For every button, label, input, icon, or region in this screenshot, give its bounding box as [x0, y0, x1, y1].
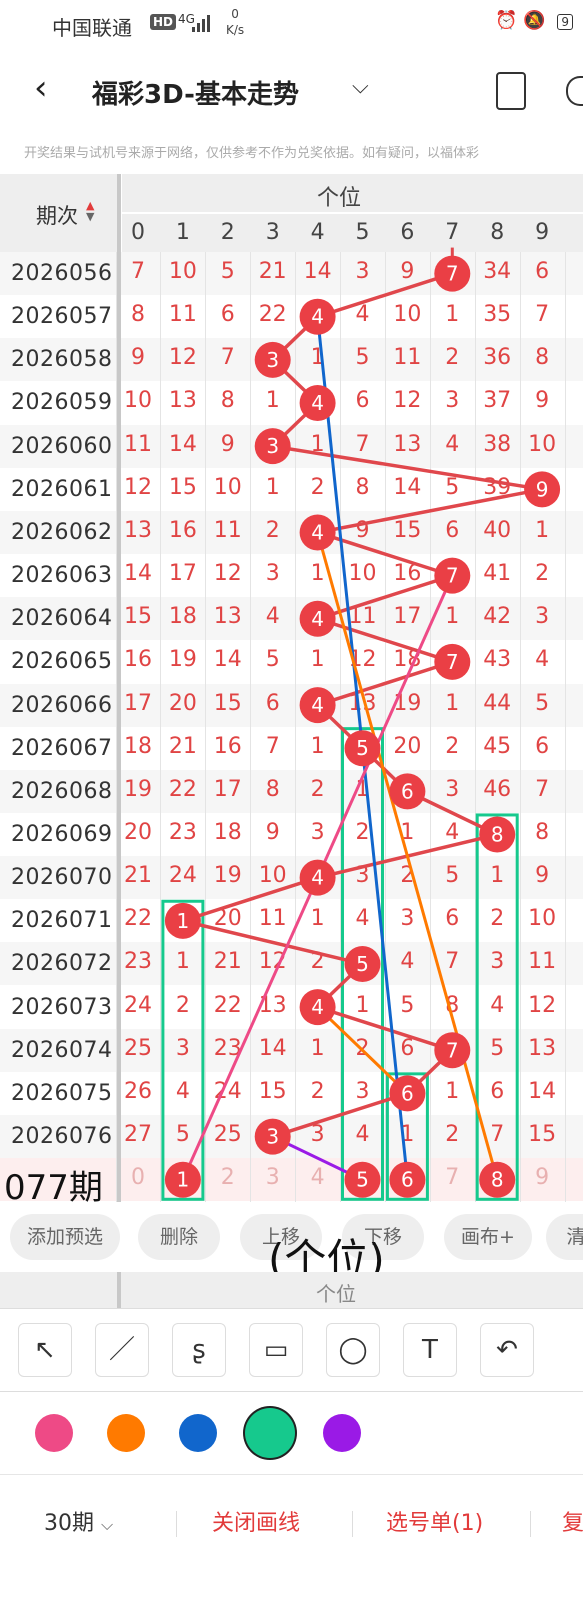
winning-ball-number: 1 — [177, 909, 190, 933]
trend-table: 期次 ▲ ▼ 个位 0123456789 2026056 7 10 5 21 14 3 9 34 6… — [0, 174, 583, 1208]
picked-ball-number: 1 — [177, 1168, 190, 1192]
winning-ball-number: 3 — [266, 434, 279, 458]
mute-icon: 🔕 — [523, 10, 546, 31]
winning-ball-number: 7 — [446, 564, 459, 588]
strip-label: 个位 — [316, 1282, 356, 1306]
picked-ball-number: 8 — [491, 1168, 504, 1192]
winning-ball-number: 7 — [446, 1038, 459, 1062]
picked-ball-number: 6 — [401, 1168, 414, 1192]
winning-ball-number: 5 — [356, 736, 369, 760]
action-button-5[interactable]: 清 — [546, 1214, 583, 1260]
drawn-rectangle — [475, 813, 519, 1201]
back-icon[interactable]: ‹ — [34, 68, 48, 108]
chevron-down-icon: ⌵ — [101, 1515, 114, 1534]
chevron-down-icon[interactable]: ⌵ — [352, 74, 369, 99]
trend-lines-canvas[interactable]: 7 4 3 4 3 9 4 7 4 7 4 5 6 8 4 1 5 4 7 6 3 1 5 6 8 — [0, 174, 583, 1202]
more-icon[interactable] — [566, 76, 583, 106]
screen-rotate-icon[interactable] — [496, 72, 526, 110]
status-bar: 中国联通 HD 4G 0 K/s ⏰ 🔕 9 — [0, 0, 583, 48]
winning-ball-number: 4 — [311, 305, 324, 329]
winning-ball-number: 4 — [311, 693, 324, 717]
curve-tool-icon[interactable]: ʂ — [172, 1323, 226, 1377]
action-button-0[interactable]: 添加预选 — [10, 1214, 120, 1260]
arrow-tool-icon[interactable]: ↖ — [18, 1323, 72, 1377]
winning-ball-number: 3 — [266, 348, 279, 372]
color-swatch-1[interactable] — [107, 1414, 145, 1452]
text-tool-icon[interactable]: T — [403, 1323, 457, 1377]
winning-ball-number: 8 — [491, 823, 504, 847]
color-palette — [0, 1392, 583, 1474]
net-speed: 0 K/s — [226, 7, 245, 37]
action-button-1[interactable]: 删除 — [138, 1214, 220, 1260]
line-tool-icon[interactable]: ／ — [95, 1323, 149, 1377]
winning-ball-number: 3 — [266, 1125, 279, 1149]
color-swatch-3[interactable] — [245, 1408, 295, 1458]
undo-tool-icon[interactable]: ↶ — [480, 1323, 534, 1377]
alarm-icon: ⏰ — [495, 10, 518, 31]
winning-ball-number: 4 — [311, 607, 324, 631]
carrier-name: 中国联通 — [52, 16, 132, 40]
picked-ball-number: 5 — [356, 1168, 369, 1192]
status-icons: ⏰ 🔕 9 — [495, 10, 573, 31]
selection-list-button[interactable]: 选号单(1) — [386, 1505, 483, 1537]
close-lines-button[interactable]: 关闭画线 — [212, 1505, 300, 1537]
winning-ball-number: 7 — [446, 262, 459, 286]
more-button[interactable]: 复 — [562, 1505, 583, 1537]
position-strip: 个位 — [0, 1272, 583, 1308]
bottom-bar: 30期 ⌵ 关闭画线 选号单(1) 复 — [0, 1474, 583, 1601]
rectangle-tool-icon[interactable]: ▭ — [249, 1323, 303, 1377]
winning-ball-number: 9 — [536, 477, 549, 501]
period-count-select[interactable]: 30期 ⌵ — [44, 1505, 113, 1537]
winning-ball-number: 4 — [311, 866, 324, 890]
color-swatch-4[interactable] — [323, 1414, 361, 1452]
disclaimer-text: 开奖结果与试机号来源于网络，仅供参考不作为兑奖依据。如有疑问，以福体彩 — [24, 146, 480, 161]
winning-ball-number: 7 — [446, 650, 459, 674]
trend-line — [176, 271, 543, 1139]
color-swatch-0[interactable] — [35, 1414, 73, 1452]
winning-ball-number: 4 — [311, 391, 324, 415]
app-header: ‹ 福彩3D-基本走势 ⌵ — [0, 48, 583, 128]
drawing-toolbar: ↖ ／ ʂ ▭ ◯ T ↶ — [0, 1308, 583, 1392]
battery-icon: 9 — [557, 14, 573, 30]
winning-ball-number: 4 — [311, 520, 324, 544]
color-swatch-2[interactable] — [179, 1414, 217, 1452]
winning-ball-number: 6 — [401, 1081, 414, 1105]
winning-ball-number: 6 — [401, 779, 414, 803]
winning-ball-number: 5 — [356, 952, 369, 976]
winning-ball-number: 4 — [311, 995, 324, 1019]
hd-badge: HD — [150, 14, 177, 30]
drawn-rectangle — [161, 899, 205, 1201]
circle-tool-icon[interactable]: ◯ — [326, 1323, 380, 1377]
page-title[interactable]: 福彩3D-基本走势 — [92, 74, 299, 111]
action-button-4[interactable]: 画布+ — [444, 1214, 532, 1260]
signal-icon — [190, 14, 214, 32]
